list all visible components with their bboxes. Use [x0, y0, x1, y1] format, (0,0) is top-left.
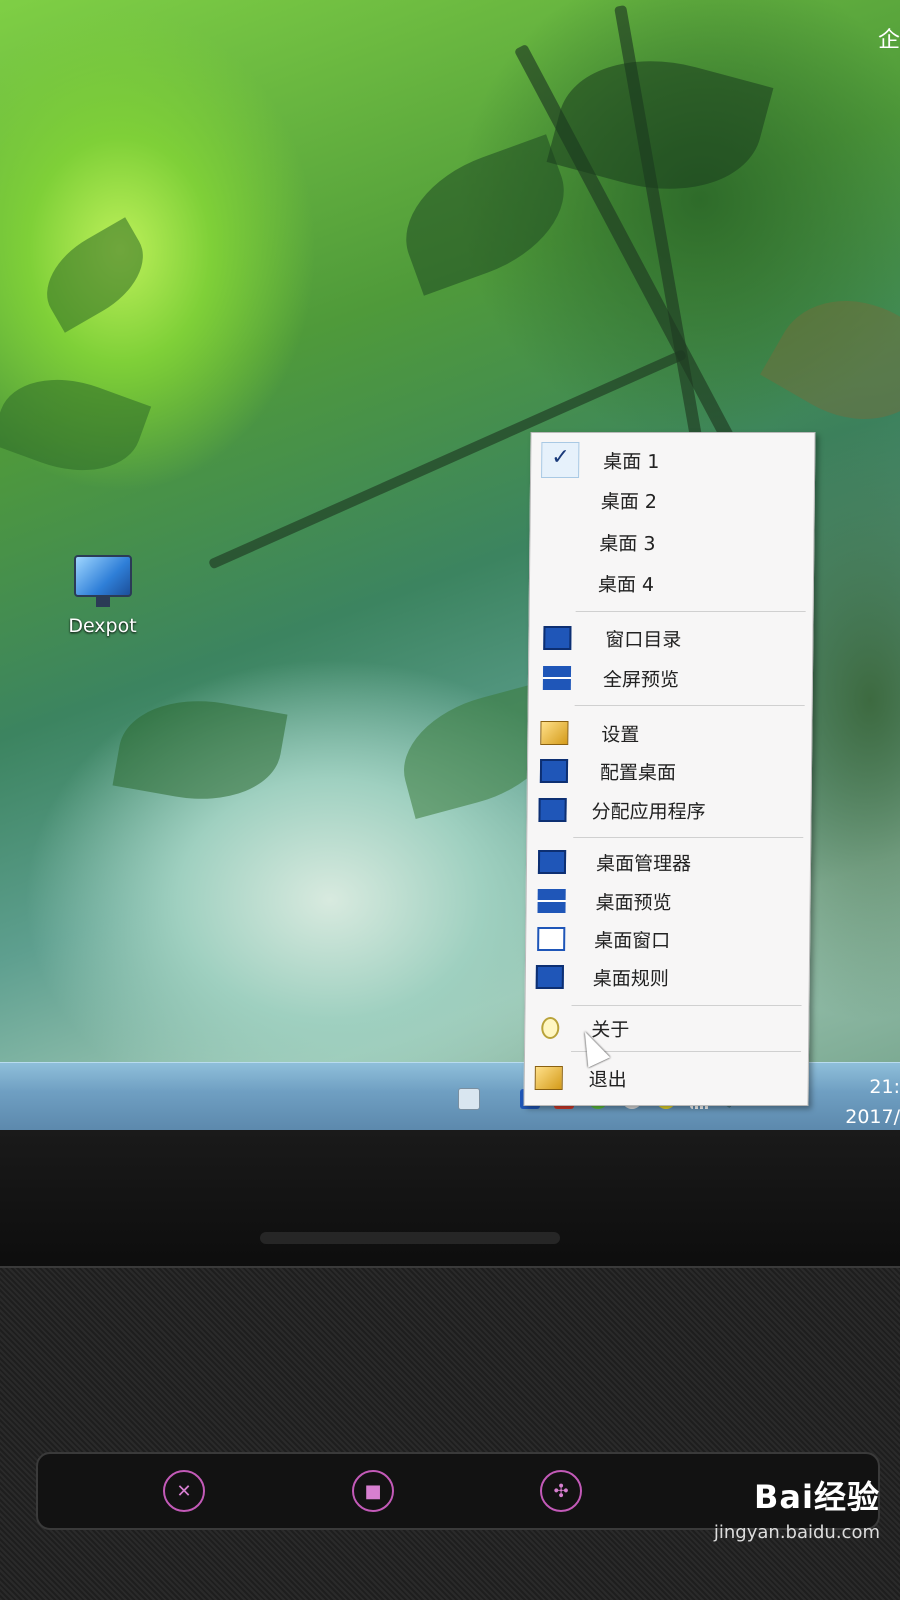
wallpaper-leaf: [760, 270, 900, 450]
menu-item-desktop-1[interactable]: ✓ 桌面 1: [531, 441, 814, 479]
menu-item-desktop-4[interactable]: 桌面 4: [530, 564, 813, 602]
menu-item-label: 设置: [601, 723, 640, 746]
wallpaper-leaf: [0, 358, 152, 492]
menu-item-desktop-manager[interactable]: 桌面管理器: [527, 843, 810, 881]
menu-item-label: 桌面 3: [599, 532, 656, 555]
laptop-bezel: [0, 1130, 900, 1270]
bulb-icon: [541, 1017, 560, 1039]
menu-item-label: 分配应用程序: [591, 800, 706, 823]
menu-separator: [574, 705, 805, 706]
exit-icon: [534, 1066, 563, 1090]
menu-item-configure-desktop[interactable]: 配置桌面: [528, 752, 811, 790]
menu-item-label: 桌面规则: [592, 967, 669, 990]
menu-item-window-catalog[interactable]: 窗口目录: [529, 619, 812, 657]
settings-icon: [540, 721, 569, 745]
top-right-text: 企: [877, 28, 900, 53]
menu-item-settings[interactable]: 设置: [528, 714, 811, 752]
clock-time: 21:: [869, 1076, 900, 1098]
menu-item-desktop-2[interactable]: 桌面 2: [531, 481, 814, 519]
mute-icon[interactable]: ✕: [163, 1470, 205, 1512]
menu-item-label: 桌面管理器: [595, 852, 692, 875]
desktop-manager-icon: [537, 850, 567, 874]
menu-item-about[interactable]: 关于: [525, 1009, 808, 1047]
watermark-url: jingyan.baidu.com: [713, 1522, 880, 1543]
camera-icon[interactable]: ■: [352, 1470, 394, 1512]
baidu-watermark: Bai经验 jingyan.baidu.com: [714, 1472, 880, 1543]
menu-item-label: 桌面窗口: [594, 929, 671, 952]
watermark-brand: Bai经验: [754, 1478, 880, 1516]
wallpaper-leaf: [29, 217, 161, 333]
menu-item-exit[interactable]: 退出: [525, 1059, 808, 1097]
wallpaper-leaf: [112, 686, 288, 814]
menu-item-fullscreen-preview[interactable]: 全屏预览: [529, 659, 812, 697]
desktop-icon-label: Dexpot: [68, 615, 137, 637]
menu-item-desktop-3[interactable]: 桌面 3: [530, 523, 813, 561]
assign-app-icon: [538, 798, 567, 822]
desktop-preview-icon: [537, 889, 566, 913]
menu-item-label: 全屏预览: [602, 668, 680, 691]
check-icon: ✓: [541, 442, 580, 478]
menu-item-label: 配置桌面: [599, 761, 677, 784]
keyboard-icon[interactable]: [458, 1088, 480, 1110]
configure-desktop-icon: [539, 759, 569, 783]
menu-item-label: 桌面预览: [595, 891, 672, 914]
laptop-hinge: [260, 1232, 560, 1244]
menu-separator: [575, 611, 806, 612]
menu-item-label: 窗口目录: [605, 628, 682, 651]
laptop-deck: [0, 1268, 900, 1600]
monitor-icon: [70, 555, 136, 609]
dexpot-context-menu: ✓ 桌面 1 桌面 2 桌面 3 桌面 4 窗口目录 全屏预览 设置 配置桌面 …: [523, 432, 816, 1106]
menu-item-assign-app[interactable]: 分配应用程序: [527, 791, 810, 829]
menu-item-label: 退出: [588, 1068, 627, 1091]
taskbar-clock[interactable]: 21: 2017/: [845, 1072, 900, 1132]
menu-item-label: 桌面 1: [603, 450, 660, 473]
menu-item-desktop-preview[interactable]: 桌面预览: [526, 882, 809, 920]
fullscreen-preview-icon: [542, 666, 572, 690]
menu-item-label: 桌面 4: [597, 573, 655, 596]
desktop-rules-icon: [535, 965, 564, 989]
wallpaper-leaf: [546, 36, 774, 214]
desktop-screen: 企 Dexpot 🔊 21: 2017/ ✓ 桌面 1 桌面 2 桌面 3: [0, 0, 900, 1150]
desktop-window-icon: [537, 927, 566, 951]
wireless-icon[interactable]: ✣: [540, 1470, 582, 1512]
menu-separator: [573, 837, 804, 838]
window-catalog-icon: [543, 626, 572, 650]
desktop-icon-dexpot[interactable]: Dexpot: [55, 555, 150, 637]
menu-item-desktop-window[interactable]: 桌面窗口: [526, 920, 809, 958]
clock-date: 2017/: [845, 1106, 900, 1128]
menu-item-desktop-rules[interactable]: 桌面规则: [526, 958, 809, 996]
menu-separator: [571, 1005, 802, 1006]
menu-item-label: 桌面 2: [600, 490, 658, 513]
